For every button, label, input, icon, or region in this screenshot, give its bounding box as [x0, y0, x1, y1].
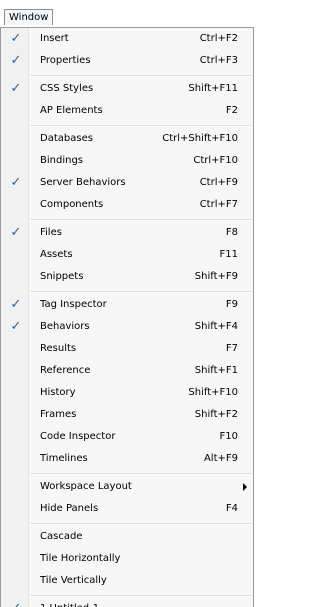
menu-item-label: Tile Vertically [40, 575, 107, 586]
menu-item-code-inspector[interactable]: Code Inspector F10 [2, 427, 252, 449]
menu-item-label: Insert [40, 33, 69, 44]
menu-item-css-styles[interactable]: ✓ CSS Styles Shift+F11 [2, 79, 252, 101]
menu-item-label: Server Behaviors [40, 177, 126, 188]
menu-item-cascade[interactable]: Cascade [2, 527, 252, 549]
menu-item-assets[interactable]: Assets F11 [2, 245, 252, 267]
checkmark-icon: ✓ [10, 81, 22, 96]
menu-item-shortcut: F8 [225, 227, 238, 238]
checkmark-icon: ✓ [10, 225, 22, 240]
submenu-arrow-icon [243, 483, 247, 491]
menu-item-databases[interactable]: Databases Ctrl+Shift+F10 [2, 129, 252, 151]
menu-separator [30, 595, 252, 597]
menu-item-shortcut: Ctrl+F2 [199, 33, 238, 44]
menu-item-components[interactable]: Components Ctrl+F7 [2, 195, 252, 217]
menu-separator [30, 473, 252, 475]
menu-bar: Window [0, 0, 254, 28]
checkmark-icon: ✓ [10, 319, 22, 334]
checkmark-icon: ✓ [10, 31, 22, 46]
menu-item-shortcut: Ctrl+F9 [199, 177, 238, 188]
checkmark-icon: ✓ [10, 53, 22, 68]
menu-item-label: Components [40, 199, 104, 210]
menu-item-workspace-layout[interactable]: Workspace Layout [2, 477, 252, 499]
menu-item-files[interactable]: ✓ Files F8 [2, 223, 252, 245]
window-menu-title[interactable]: Window [4, 9, 54, 25]
menu-item-label: Properties [40, 55, 91, 66]
menu-item-shortcut: Shift+F4 [194, 321, 238, 332]
menu-item-frames[interactable]: Frames Shift+F2 [2, 405, 252, 427]
menu-item-shortcut: Ctrl+F10 [193, 155, 238, 166]
menu-item-label: Snippets [40, 271, 84, 282]
menu-item-bindings[interactable]: Bindings Ctrl+F10 [2, 151, 252, 173]
menu-item-shortcut: F2 [225, 105, 238, 116]
menu-separator [30, 291, 252, 293]
menu-item-shortcut: F10 [219, 431, 238, 442]
menu-item-properties[interactable]: ✓ Properties Ctrl+F3 [2, 51, 252, 73]
menu-item-label: Databases [40, 133, 93, 144]
window-menu-dropdown: ✓ Insert Ctrl+F2 ✓ Properties Ctrl+F3 ✓ CSS Sty… [0, 27, 254, 607]
menu-item-label: Reference [40, 365, 91, 376]
checkmark-icon: ✓ [10, 175, 22, 190]
menu-item-shortcut: Ctrl+Shift+F10 [162, 133, 238, 144]
menu-item-label: Assets [40, 249, 73, 260]
menu-item-label: CSS Styles [40, 83, 94, 94]
menu-item-label: Frames [40, 409, 77, 420]
menu-item-shortcut: Ctrl+F3 [199, 55, 238, 66]
menu-item-label: AP Elements [40, 105, 103, 116]
menu-item-timelines[interactable]: Timelines Alt+F9 [2, 449, 252, 471]
menu-separator [30, 219, 252, 221]
menu-item-tile-vertically[interactable]: Tile Vertically [2, 571, 252, 593]
menu-item-label: Files [40, 227, 62, 238]
menu-item-label: Cascade [40, 531, 83, 542]
menu-separator [30, 75, 252, 77]
menu-item-shortcut: F4 [225, 503, 238, 514]
menu-item-ap-elements[interactable]: AP Elements F2 [2, 101, 252, 123]
menu-item-shortcut: Ctrl+F7 [199, 199, 238, 210]
menu-item-label: 1 Untitled-1 [40, 603, 99, 607]
menu-separator [30, 523, 252, 525]
menu-separator [30, 125, 252, 127]
menu-item-shortcut: F7 [225, 343, 238, 354]
checkmark-icon: ✓ [10, 297, 22, 312]
menu-item-shortcut: Shift+F1 [194, 365, 238, 376]
menu-item-behaviors[interactable]: ✓ Behaviors Shift+F4 [2, 317, 252, 339]
menu-item-insert[interactable]: ✓ Insert Ctrl+F2 [2, 29, 252, 51]
menu-item-shortcut: Shift+F11 [188, 83, 238, 94]
menu-item-label: Behaviors [40, 321, 90, 332]
menu-item-label: Timelines [40, 453, 88, 464]
menu-item-shortcut: Shift+F2 [194, 409, 238, 420]
menu-item-shortcut: Alt+F9 [203, 453, 238, 464]
menu-item-results[interactable]: Results F7 [2, 339, 252, 361]
menu-item-label: Tile Horizontally [40, 553, 121, 564]
menu-item-label: Tag Inspector [40, 299, 107, 310]
menu-item-tag-inspector[interactable]: ✓ Tag Inspector F9 [2, 295, 252, 317]
menu-item-tile-horizontally[interactable]: Tile Horizontally [2, 549, 252, 571]
menu-item-server-behaviors[interactable]: ✓ Server Behaviors Ctrl+F9 [2, 173, 252, 195]
menu-item-snippets[interactable]: Snippets Shift+F9 [2, 267, 252, 289]
menu-item-shortcut: Shift+F10 [188, 387, 238, 398]
menu-item-label: Code Inspector [40, 431, 116, 442]
menu-item-shortcut: F9 [225, 299, 238, 310]
menu-item-reference[interactable]: Reference Shift+F1 [2, 361, 252, 383]
menu-item-history[interactable]: History Shift+F10 [2, 383, 252, 405]
menu-item-label: History [40, 387, 76, 398]
menu-item-label: Hide Panels [40, 503, 99, 514]
checkmark-icon: ✓ [9, 601, 23, 607]
menu-item-shortcut: Shift+F9 [194, 271, 238, 282]
menu-item-label: Workspace Layout [40, 481, 132, 492]
menu-item-label: Bindings [40, 155, 83, 166]
menu-item-hide-panels[interactable]: Hide Panels F4 [2, 499, 252, 521]
menu-item-label: Results [40, 343, 77, 354]
menu-item-shortcut: F11 [219, 249, 238, 260]
menu-item-1-untitled-1[interactable]: ✓ 1 Untitled-1 [2, 599, 252, 607]
